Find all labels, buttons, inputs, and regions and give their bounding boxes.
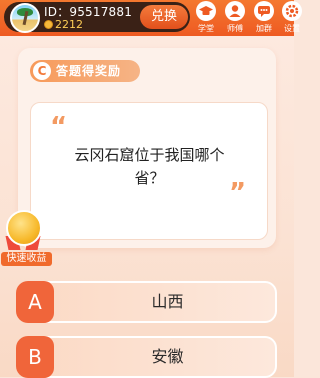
nav-item-school[interactable]: 学堂: [191, 0, 221, 36]
option-text: 安徽: [151, 347, 184, 366]
nav-label: 设置: [284, 24, 300, 33]
reward-icon: C: [33, 62, 51, 80]
nav-item-settings[interactable]: 设置: [277, 0, 307, 36]
option-letter: B: [16, 336, 54, 378]
option-letter: A: [16, 281, 54, 323]
nav-label: 加群: [256, 24, 272, 33]
answer-option-a[interactable]: A 山西: [16, 281, 277, 323]
gear-icon: [282, 1, 302, 21]
coin-icon: [44, 20, 53, 29]
answer-option-b[interactable]: B 安徽: [16, 336, 277, 378]
coin-medal-icon[interactable]: [6, 210, 42, 246]
avatar[interactable]: [10, 3, 40, 33]
coin-balance: 2212: [44, 18, 83, 31]
graduation-cap-icon: [196, 1, 216, 21]
question-text: 云冈石窟位于我国哪个省？: [74, 146, 225, 187]
exchange-button[interactable]: 兑换: [140, 5, 188, 29]
chat-icon: [254, 1, 274, 21]
top-bar: ID：95517881 2212 兑换 学堂 师傅 加群 设置: [0, 0, 302, 36]
quick-earn-label[interactable]: 快速收益: [1, 252, 52, 266]
user-info-pill: ID：95517881 2212 兑换: [4, 2, 190, 33]
nav-label: 学堂: [198, 24, 214, 33]
nav-item-master[interactable]: 师傅: [220, 0, 250, 36]
open-quote-icon: “: [50, 112, 68, 142]
nav-label: 师傅: [227, 24, 243, 33]
coin-count: 2212: [55, 18, 83, 31]
option-text: 山西: [151, 292, 184, 311]
nav-item-join-group[interactable]: 加群: [249, 0, 279, 36]
person-icon: [225, 1, 245, 21]
